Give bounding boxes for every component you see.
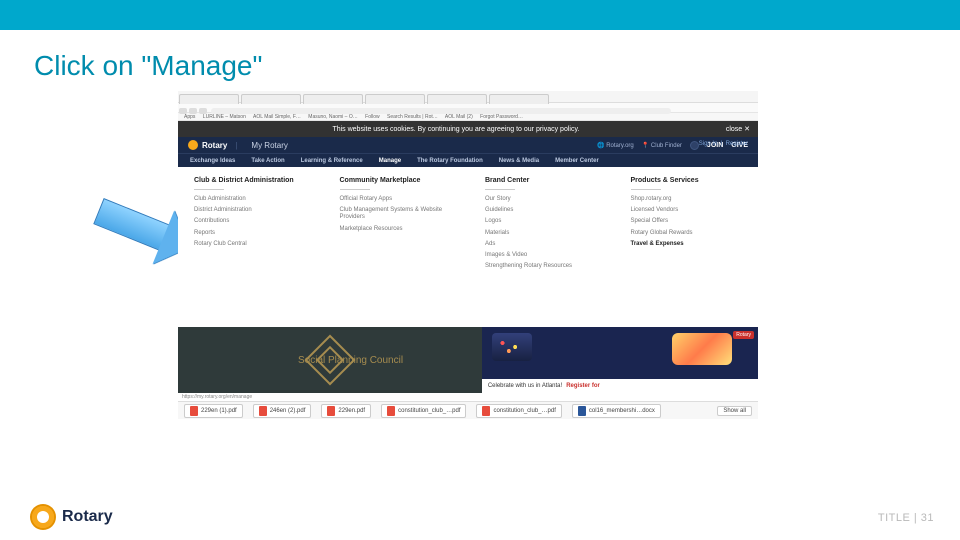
nav-learning-reference[interactable]: Learning & Reference: [301, 158, 363, 164]
bookmark-item[interactable]: Search Results | Rot…: [387, 114, 438, 120]
banner-left-caption: Social Planning Council: [298, 355, 403, 366]
bookmark-item[interactable]: LURLINE – Matson: [203, 114, 246, 120]
mega-link-global-rewards[interactable]: Rotary Global Rewards: [631, 230, 743, 237]
register-link[interactable]: Register: [726, 141, 748, 147]
download-chip[interactable]: col16_membershi…docx: [572, 404, 661, 418]
mega-col-brand-center: Brand Center Our Story Guidelines Logos …: [485, 177, 597, 317]
nav-news-media[interactable]: News & Media: [499, 158, 539, 164]
download-chip[interactable]: constitution_club_…pdf: [476, 404, 561, 418]
pdf-icon: [190, 406, 198, 416]
bookmark-item[interactable]: Masuno, Naomi – O…: [308, 114, 357, 120]
promo-photo-icon: [672, 333, 732, 365]
quick-link-rotary-org[interactable]: 🌐 Rotary.org: [597, 142, 634, 149]
quick-link-club-finder[interactable]: 📍 Club Finder: [642, 142, 682, 149]
promo-banners: Social Planning Council Rotary Celebrate…: [178, 327, 758, 393]
pdf-icon: [327, 406, 335, 416]
mega-link-contributions[interactable]: Contributions: [194, 218, 306, 225]
banner-right-caption: Celebrate with us in Atlanta! Register f…: [482, 379, 758, 393]
mega-link-travel-expenses[interactable]: Travel & Expenses: [631, 241, 743, 248]
nav-manage[interactable]: Manage: [379, 158, 401, 164]
mega-link-materials[interactable]: Materials: [485, 230, 597, 237]
cookie-banner: This website uses cookies. By continuing…: [178, 121, 758, 137]
rotary-wheel-icon: [30, 504, 56, 530]
downloads-bar: 229en (1).pdf 246en (2).pdf 229en.pdf co…: [178, 401, 758, 419]
mega-link-club-mgmt-systems[interactable]: Club Management Systems & Website Provid…: [340, 207, 452, 221]
pdf-icon: [482, 406, 490, 416]
show-all-downloads-button[interactable]: Show all: [717, 406, 752, 416]
mega-link-reports[interactable]: Reports: [194, 230, 306, 237]
banner-social-planning[interactable]: Social Planning Council: [178, 327, 482, 393]
mega-col-products-services: Products & Services Shop.rotary.org Lice…: [631, 177, 743, 317]
bookmark-item[interactable]: AOL Mail (2): [445, 114, 473, 120]
mega-link-strengthening-rotary[interactable]: Strengthening Rotary Resources: [485, 263, 597, 270]
banner-atlanta[interactable]: Rotary Celebrate with us in Atlanta! Reg…: [482, 327, 758, 393]
nav-exchange-ideas[interactable]: Exchange Ideas: [190, 158, 235, 164]
bookmarks-bar: Apps LURLINE – Matson AOL Mail Simple, F…: [178, 113, 758, 121]
mega-link-shop[interactable]: Shop.rotary.org: [631, 196, 743, 203]
slide: Click on "Manage" Go to "Club Administra…: [0, 0, 960, 540]
mega-link-marketplace-resources[interactable]: Marketplace Resources: [340, 226, 452, 233]
search-icon[interactable]: [690, 141, 699, 150]
banner-corner-badge: Rotary: [733, 331, 754, 339]
footer-page-label: TITLE | 31: [878, 512, 934, 524]
mega-link-special-offers[interactable]: Special Offers: [631, 218, 743, 225]
download-chip[interactable]: 229en (1).pdf: [184, 404, 243, 418]
download-chip[interactable]: 229en.pdf: [321, 404, 371, 418]
bookmark-item[interactable]: Forgot Password…: [480, 114, 523, 120]
mega-link-district-administration[interactable]: District Administration: [194, 207, 306, 214]
site-brand[interactable]: Rotary: [202, 141, 227, 150]
bookmark-item[interactable]: Follow: [365, 114, 379, 120]
register-link[interactable]: Register for: [566, 383, 600, 389]
bookmark-item[interactable]: AOL Mail Simple, F…: [253, 114, 301, 120]
cookie-close-button[interactable]: close ✕: [726, 125, 750, 133]
browser-toolbar: [178, 103, 758, 113]
rotary-wheel-icon: [188, 140, 198, 150]
mega-link-rotary-apps[interactable]: Official Rotary Apps: [340, 196, 452, 203]
site-header: Rotary | My Rotary 🌐 Rotary.org 📍 Club F…: [178, 137, 758, 153]
browser-tab-strip: [178, 91, 758, 103]
nav-rotary-foundation[interactable]: The Rotary Foundation: [417, 158, 483, 164]
mega-menu-manage: Club & District Administration Club Admi…: [178, 167, 758, 327]
footer-logo: Rotary: [30, 504, 113, 530]
slide-top-accent: [0, 0, 960, 30]
primary-nav: Exchange Ideas Take Action Learning & Re…: [178, 153, 758, 167]
mega-col-title: Club & District Administration: [194, 177, 306, 184]
status-bar-url: https://my.rotary.org/en/manage: [178, 393, 758, 401]
mega-link-logos[interactable]: Logos: [485, 218, 597, 225]
nav-take-action[interactable]: Take Action: [251, 158, 284, 164]
docx-icon: [578, 406, 586, 416]
slide-heading: Click on "Manage": [34, 50, 262, 82]
fireworks-icon: [492, 333, 532, 361]
mega-col-title: Brand Center: [485, 177, 597, 184]
site-sub-brand[interactable]: My Rotary: [251, 141, 287, 150]
embedded-browser-screenshot: Apps LURLINE – Matson AOL Mail Simple, F…: [178, 91, 758, 471]
mega-link-club-administration[interactable]: Club Administration: [194, 196, 306, 203]
cookie-text: This website uses cookies. By continuing…: [186, 126, 726, 133]
sign-in-link[interactable]: Sign In: [699, 141, 718, 147]
pdf-icon: [387, 406, 395, 416]
mega-link-images-video[interactable]: Images & Video: [485, 252, 597, 259]
footer-brand-text: Rotary: [62, 508, 113, 526]
mega-link-rotary-club-central[interactable]: Rotary Club Central: [194, 241, 306, 248]
pdf-icon: [259, 406, 267, 416]
mega-col-title: Community Marketplace: [340, 177, 452, 184]
mega-col-marketplace: Community Marketplace Official Rotary Ap…: [340, 177, 452, 317]
nav-member-center[interactable]: Member Center: [555, 158, 599, 164]
bookmark-item[interactable]: Apps: [184, 114, 195, 120]
mega-col-title: Products & Services: [631, 177, 743, 184]
download-chip[interactable]: constitution_club_…pdf: [381, 404, 466, 418]
mega-link-ads[interactable]: Ads: [485, 241, 597, 248]
download-chip[interactable]: 246en (2).pdf: [253, 404, 312, 418]
mega-link-our-story[interactable]: Our Story: [485, 196, 597, 203]
mega-link-guidelines[interactable]: Guidelines: [485, 207, 597, 214]
mega-col-club-district: Club & District Administration Club Admi…: [194, 177, 306, 317]
mega-link-licensed-vendors[interactable]: Licensed Vendors: [631, 207, 743, 214]
auth-links: Sign In | Register: [699, 141, 748, 147]
